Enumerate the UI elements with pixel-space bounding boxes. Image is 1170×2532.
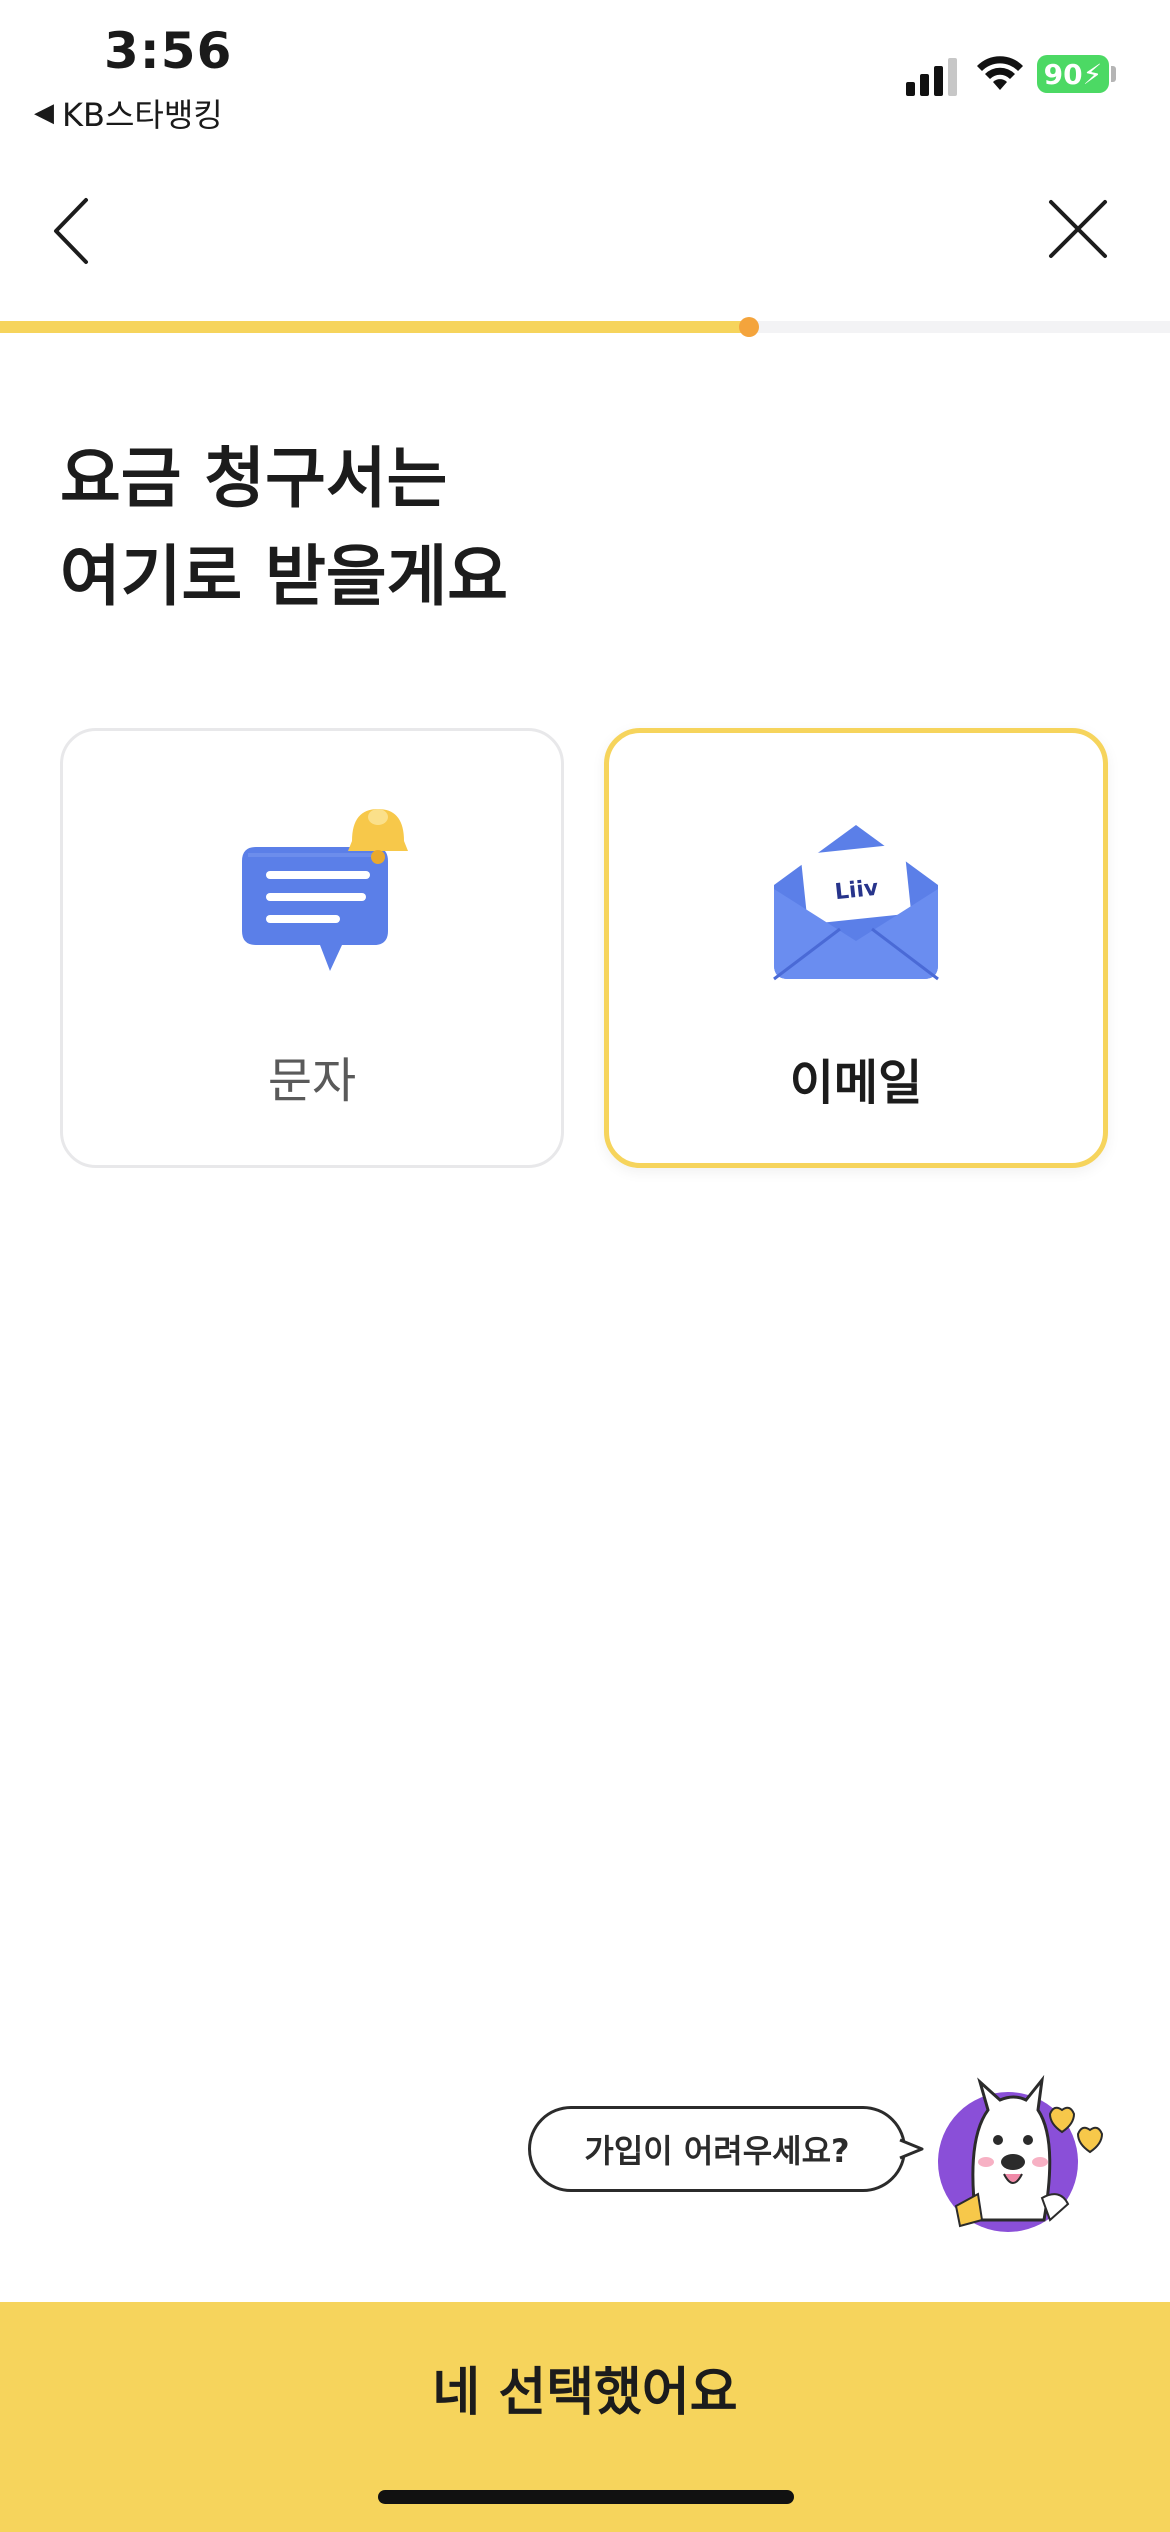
chevron-left-icon[interactable] [50,196,94,266]
envelope-icon: Liiv [773,825,939,981]
envelope-brand-text: Liiv [834,876,880,905]
wifi-icon [977,56,1023,90]
battery-level: 90 [1043,57,1083,91]
option-label-email: 이메일 [789,1055,923,1111]
battery-icon: 90 ⚡ [1037,55,1109,93]
help-bubble-text: 가입이 어려우세요? [584,2132,850,2170]
option-label-sms: 문자 [267,1053,357,1109]
help-bubble[interactable]: 가입이 어려우세요? [528,2106,906,2192]
option-card-sms[interactable]: 문자 [60,728,564,1168]
confirm-button-label: 네 선택했어요 [432,2363,738,2423]
close-icon[interactable] [1047,198,1109,260]
home-indicator [378,2490,794,2504]
battery-tip [1111,66,1116,82]
progress-indicator-dot [738,317,759,337]
back-triangle-icon: ◀ [34,98,54,128]
message-bell-icon [242,809,408,971]
back-to-app-link[interactable]: ◀ KB스타뱅킹 [34,90,223,136]
signal-icon [906,58,957,96]
title-line-2: 여기로 받을게요 [60,538,509,615]
page-title: 요금 청구서는 여기로 받을게요 [60,430,508,626]
back-app-label: KB스타뱅킹 [62,96,223,134]
status-time: 3:56 [104,22,233,80]
option-card-email[interactable]: Liiv 이메일 [604,728,1108,1168]
title-line-1: 요금 청구서는 [60,440,448,517]
progress-fill [0,321,749,333]
charging-bolt-icon: ⚡ [1082,57,1103,91]
mascot-avatar[interactable] [930,2070,1110,2240]
bubble-tail [899,2138,924,2160]
